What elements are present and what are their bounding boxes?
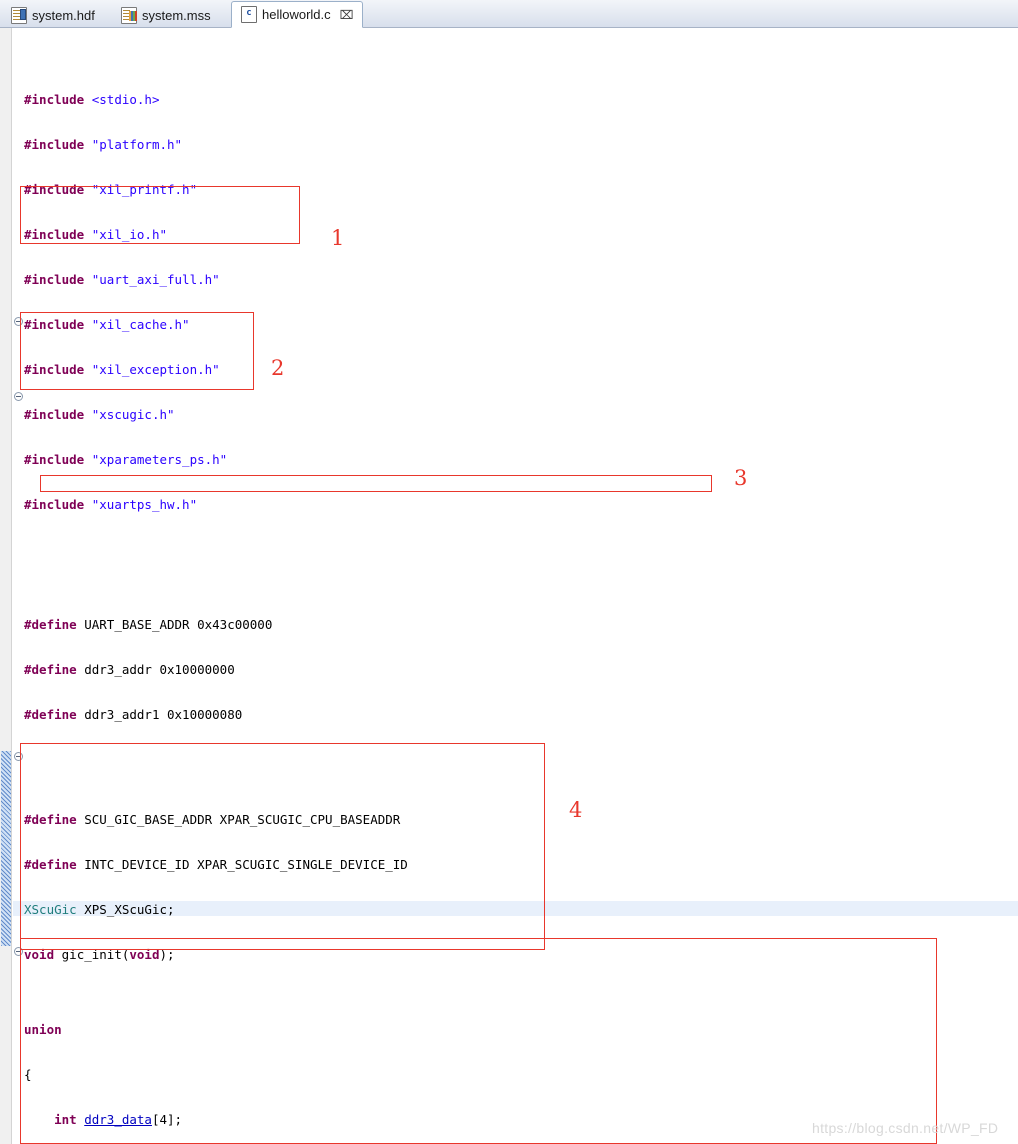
fold-marker-intrhandler[interactable] [14,752,23,761]
watermark: https://blog.csdn.net/WP_FD [812,1120,999,1136]
annotation-number-4: 4 [569,798,583,822]
fold-marker-union[interactable] [14,317,23,326]
tab-label: system.mss [142,7,211,23]
code-editor[interactable]: #include <stdio.h> #include "platform.h"… [0,28,1018,1144]
code-line: #include "xparameters_ps.h" [24,452,228,467]
code-line: #define ddr3_addr1 0x10000080 [24,707,243,722]
tab-label: helloworld.c [262,7,331,22]
c-file-icon: c [241,6,257,23]
code-line: #include "xil_exception.h" [24,362,220,377]
code-line: #define INTC_DEVICE_ID XPAR_SCUGIC_SINGL… [24,857,408,872]
code-line: #include "platform.h" [24,137,183,152]
tab-label: system.hdf [32,7,95,23]
code-line: #include "xil_io.h" [24,227,168,242]
gutter-change-marker [1,751,11,946]
code-line: #include "uart_axi_full.h" [24,272,220,287]
code-line: void gic_init(void); [24,947,175,962]
editor-window: system.hdf system.mss c helloworld.c ⌧ #… [0,0,1018,1144]
mss-file-icon [121,6,137,24]
code-line: #include "xscugic.h" [24,407,175,422]
editor-gutter[interactable] [0,28,12,1144]
code-line: #include <stdio.h> [24,92,160,107]
code-line: #define ddr3_addr 0x10000000 [24,662,235,677]
fold-marker-gicinit[interactable] [14,947,23,956]
code-line: XScuGic XPS_XScuGic; [24,902,175,917]
code-line: #include "xuartps_hw.h" [24,497,198,512]
code-line: #define SCU_GIC_BASE_ADDR XPAR_SCUGIC_CP… [24,812,401,827]
fold-marker-main[interactable] [14,392,23,401]
tab-system-hdf[interactable]: system.hdf [2,2,104,28]
annotation-number-3: 3 [734,466,748,490]
code-line: #include "xil_cache.h" [24,317,190,332]
code-line: { [24,1067,32,1082]
tab-system-mss[interactable]: system.mss [112,2,220,28]
code-content[interactable]: #include <stdio.h> #include "platform.h"… [24,32,980,1144]
hdf-file-icon [11,6,27,24]
editor-tab-bar: system.hdf system.mss c helloworld.c ⌧ [0,0,1018,28]
code-line: union [24,1022,62,1037]
tab-helloworld-c[interactable]: c helloworld.c ⌧ [231,1,364,28]
code-line: #define UART_BASE_ADDR 0x43c00000 [24,617,273,632]
annotation-number-2: 2 [271,356,285,380]
close-icon[interactable]: ⌧ [340,8,354,22]
code-line: #include "xil_printf.h" [24,182,198,197]
annotation-number-1: 1 [331,226,345,250]
